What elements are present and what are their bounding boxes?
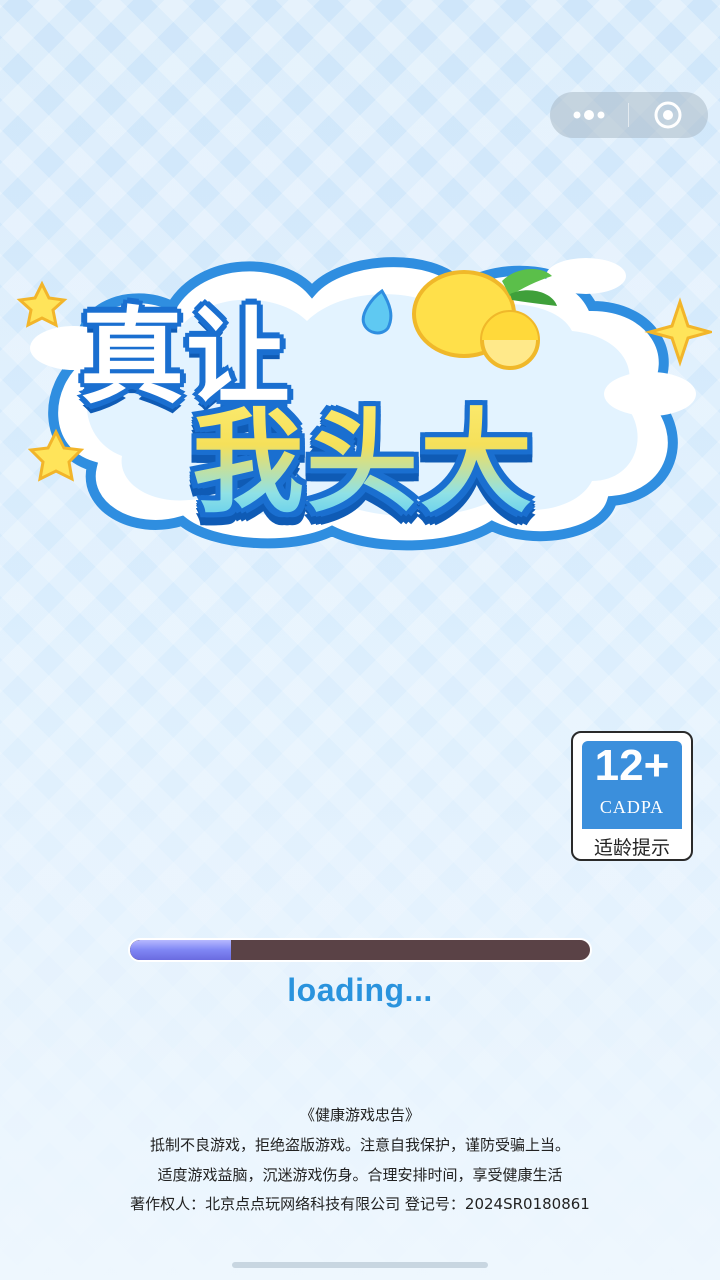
- logo-title-line2: 我头大: [192, 372, 534, 534]
- age-rating-tip: 适龄提示: [593, 837, 670, 859]
- age-rating-number: 12+: [594, 741, 670, 790]
- more-dots-icon: [573, 110, 605, 120]
- health-notice-line2: 适度游戏益脑，沉迷游戏伤身。合理安排时间，享受健康生活: [157, 1166, 563, 1184]
- close-button[interactable]: [629, 92, 707, 138]
- game-logo: 真让 我头大: [12, 236, 712, 556]
- age-rating-badge[interactable]: 12+ CADPA 适龄提示: [571, 731, 693, 861]
- health-notice: 《健康游戏忠告》 抵制不良游戏，拒绝盗版游戏。注意自我保护，谨防受骗上当。 适度…: [0, 1100, 720, 1190]
- background: [0, 0, 720, 1280]
- loading-progress-bar: [128, 938, 592, 962]
- copyright-text: 著作权人：北京点点玩网络科技有限公司 登记号：2024SR0180861: [130, 1195, 590, 1213]
- target-circle-icon: [654, 101, 682, 129]
- loading-text: loading...: [287, 972, 433, 1008]
- health-notice-title: 《健康游戏忠告》: [299, 1106, 420, 1124]
- more-button[interactable]: [550, 92, 628, 138]
- loading-progress-fill: [130, 940, 232, 960]
- miniprogram-capsule: [550, 92, 708, 138]
- age-rating-org: CADPA: [599, 797, 665, 817]
- home-indicator[interactable]: [232, 1262, 488, 1268]
- health-notice-line1: 抵制不良游戏，拒绝盗版游戏。注意自我保护，谨防受骗上当。: [149, 1136, 570, 1154]
